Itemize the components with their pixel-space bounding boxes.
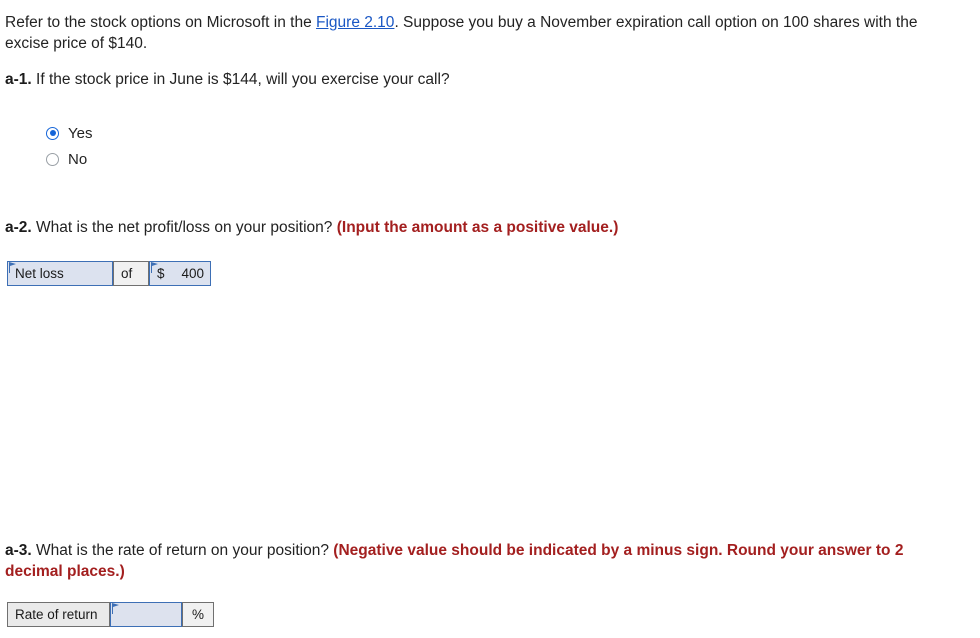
conjunction-of-text: of	[121, 266, 133, 281]
answer-row-a3: Rate of return %	[7, 602, 214, 627]
rate-of-return-label-text: Rate of return	[15, 607, 98, 622]
percent-unit-label: %	[182, 602, 214, 627]
radio-no-label: No	[68, 150, 88, 168]
net-profit-loss-select[interactable]: Net loss	[7, 261, 113, 286]
question-a1: a-1. If the stock price in June is $144,…	[5, 69, 450, 90]
question-a2: a-2. What is the net profit/loss on your…	[5, 217, 618, 238]
question-a1-label: a-1.	[5, 71, 32, 88]
intro-text-before-link: Refer to the stock options on Microsoft …	[5, 14, 317, 31]
radio-yes-label: Yes	[68, 124, 93, 142]
radio-group-a1: Yes No	[46, 120, 92, 172]
question-a1-text: If the stock price in June is $144, will…	[36, 71, 450, 88]
rate-of-return-label: Rate of return	[7, 602, 110, 627]
radio-option-no[interactable]: No	[46, 146, 92, 172]
question-a3-text: What is the rate of return on your posit…	[36, 542, 329, 559]
net-profit-loss-amount-value: 400	[181, 266, 204, 281]
question-a3-label: a-3.	[5, 542, 32, 559]
question-a2-label: a-2.	[5, 219, 32, 236]
net-profit-loss-select-value: Net loss	[15, 266, 64, 281]
figure-link[interactable]: Figure 2.10	[316, 14, 394, 31]
comment-flag-icon	[112, 603, 119, 614]
currency-symbol: $	[157, 266, 165, 281]
question-a2-text: What is the net profit/loss on your posi…	[36, 219, 333, 236]
intro-paragraph: Refer to the stock options on Microsoft …	[5, 12, 945, 54]
question-a2-instruction: (Input the amount as a positive value.)	[336, 219, 619, 236]
radio-option-yes[interactable]: Yes	[46, 120, 92, 146]
net-profit-loss-amount-input[interactable]: $ 400	[149, 261, 211, 286]
rate-of-return-input[interactable]	[110, 602, 182, 627]
question-page: Refer to the stock options on Microsoft …	[0, 0, 980, 638]
percent-unit-text: %	[191, 607, 204, 622]
answer-row-a2: Net loss of $ 400	[7, 261, 211, 286]
question-a3: a-3. What is the rate of return on your …	[5, 540, 915, 582]
conjunction-of-label: of	[113, 261, 149, 286]
radio-no-icon[interactable]	[46, 152, 59, 166]
radio-yes-icon[interactable]	[46, 126, 59, 140]
